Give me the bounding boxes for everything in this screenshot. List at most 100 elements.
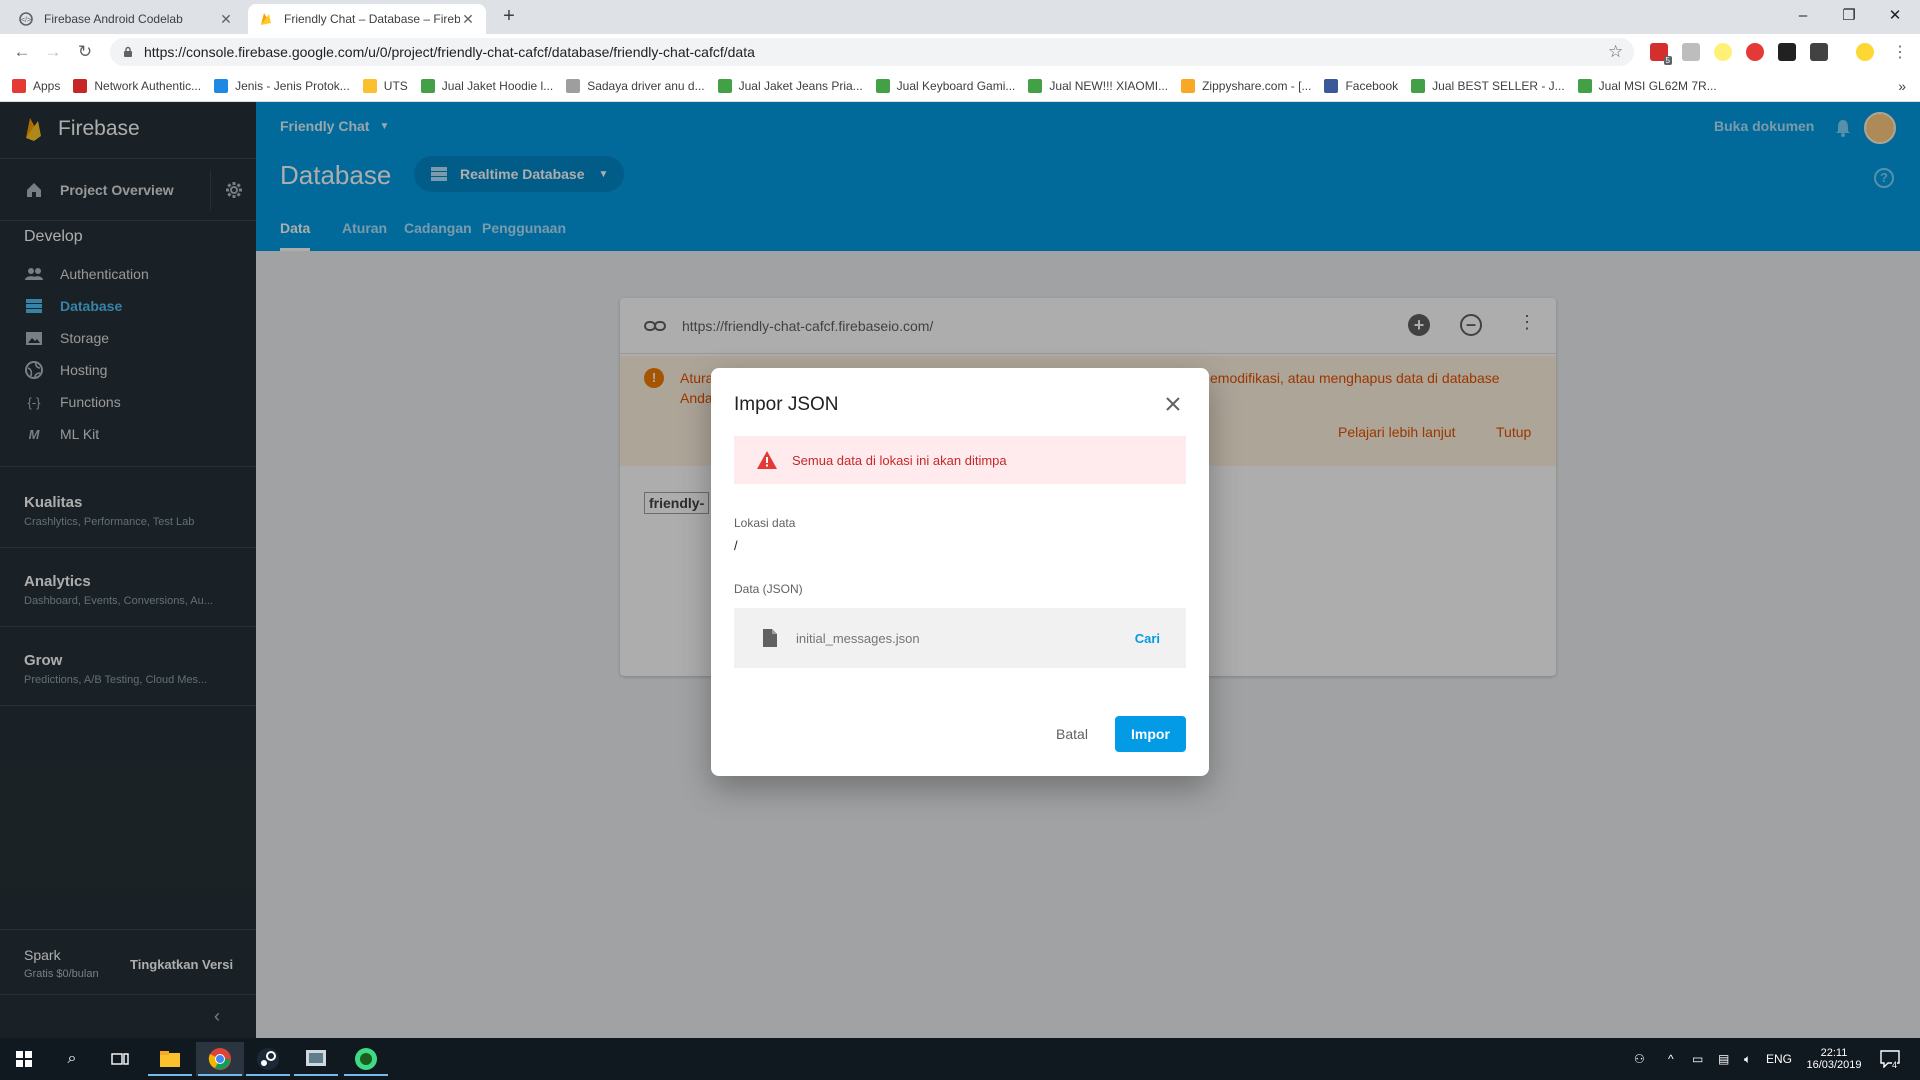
action-center-icon[interactable]: 4 bbox=[1880, 1038, 1900, 1080]
task-view-icon[interactable] bbox=[96, 1042, 144, 1076]
file-icon bbox=[763, 629, 777, 647]
battery-icon[interactable]: ▭ bbox=[1692, 1038, 1703, 1080]
browser-tab-strip: </> Firebase Android Codelab ✕ Friendly … bbox=[0, 0, 1920, 34]
file-name: initial_messages.json bbox=[796, 630, 920, 646]
chrome-menu-icon[interactable]: ⋮ bbox=[1892, 42, 1908, 62]
extension-icon[interactable] bbox=[1778, 43, 1796, 61]
file-picker[interactable]: initial_messages.json Cari bbox=[734, 608, 1186, 668]
bookmark-item[interactable]: Apps bbox=[12, 78, 61, 93]
location-label: Lokasi data bbox=[734, 516, 796, 530]
facebook-icon bbox=[1324, 78, 1339, 93]
bookmark-item[interactable]: Sadaya driver anu d... bbox=[566, 78, 705, 93]
forward-arrow-icon[interactable]: → bbox=[41, 40, 65, 64]
import-json-dialog: Impor JSON Semua data di lokasi ini akan… bbox=[711, 368, 1209, 776]
store-icon bbox=[1028, 78, 1043, 93]
store-icon bbox=[1411, 78, 1426, 93]
people-icon[interactable]: ⚇ bbox=[1634, 1038, 1645, 1080]
url-text: https://console.firebase.google.com/u/0/… bbox=[144, 44, 755, 60]
bookmark-label: Facebook bbox=[1345, 78, 1399, 93]
notification-count: 4 bbox=[1892, 1060, 1898, 1070]
tab-title: Friendly Chat – Database – Fireb bbox=[284, 12, 460, 26]
bookmark-label: Jual Jaket Hoodie l... bbox=[441, 78, 554, 93]
bookmark-label: Sadaya driver anu d... bbox=[587, 78, 705, 93]
clock-time: 22:11 bbox=[1820, 1047, 1848, 1059]
bookmark-item[interactable]: Jual Keyboard Gami... bbox=[875, 78, 1015, 93]
overwrite-warning: Semua data di lokasi ini akan ditimpa bbox=[734, 436, 1186, 484]
apps-grid-icon bbox=[12, 78, 26, 93]
browser-tab-codelab[interactable]: </> Firebase Android Codelab ✕ bbox=[8, 4, 244, 34]
extension-icon[interactable] bbox=[1682, 43, 1700, 61]
bookmark-label: Jenis - Jenis Protok... bbox=[235, 78, 350, 93]
bookmark-item[interactable]: Jual BEST SELLER - J... bbox=[1411, 78, 1565, 93]
store-icon bbox=[717, 78, 732, 93]
extension-badge: 5 bbox=[1663, 56, 1672, 65]
page-icon bbox=[566, 78, 581, 93]
circle-icon bbox=[214, 78, 229, 93]
moon-extension-icon[interactable] bbox=[1714, 43, 1732, 61]
new-tab-button[interactable]: + bbox=[498, 6, 520, 28]
bookmark-item[interactable]: Facebook bbox=[1324, 78, 1399, 93]
svg-text:</>: </> bbox=[21, 17, 31, 24]
clock[interactable]: 22:11 16/03/2019 bbox=[1804, 1038, 1864, 1080]
network-icon[interactable]: ▤ bbox=[1718, 1038, 1729, 1080]
warning-triangle-icon bbox=[757, 451, 777, 469]
bookmark-item[interactable]: Jual Jaket Hoodie l... bbox=[420, 78, 554, 93]
record-extension-icon[interactable] bbox=[1746, 43, 1764, 61]
store-icon bbox=[420, 78, 435, 93]
codelab-favicon-icon: </> bbox=[19, 12, 33, 26]
u-extension-icon[interactable] bbox=[1810, 43, 1828, 61]
zippy-icon bbox=[1181, 78, 1196, 93]
show-hidden-icons[interactable]: ^ bbox=[1668, 1038, 1674, 1080]
app-taskbar-icon[interactable] bbox=[292, 1042, 340, 1076]
data-label: Data (JSON) bbox=[734, 582, 803, 596]
drive-icon bbox=[362, 78, 377, 93]
clock-date: 16/03/2019 bbox=[1806, 1059, 1862, 1071]
chrome-taskbar-icon[interactable] bbox=[196, 1042, 244, 1076]
browse-button[interactable]: Cari bbox=[1135, 631, 1160, 646]
more-bookmarks-icon[interactable]: » bbox=[1898, 78, 1906, 94]
file-explorer-icon[interactable] bbox=[146, 1042, 194, 1076]
lock-icon bbox=[124, 46, 132, 57]
firebase-favicon-icon bbox=[261, 13, 271, 25]
bookmark-label: Network Authentic... bbox=[94, 78, 202, 93]
restore-button[interactable]: ❐ bbox=[1826, 2, 1872, 30]
reload-icon[interactable]: ↻ bbox=[73, 40, 97, 64]
bookmark-label: Jual Jaket Jeans Pria... bbox=[738, 78, 863, 93]
search-icon[interactable]: ⌕ bbox=[48, 1042, 96, 1076]
close-icon[interactable] bbox=[1161, 392, 1185, 416]
close-tab-icon[interactable]: ✕ bbox=[218, 11, 234, 28]
store-icon bbox=[875, 78, 890, 93]
volume-icon[interactable]: 🔈︎ bbox=[1744, 1038, 1751, 1080]
bookmark-item[interactable]: UTS bbox=[362, 78, 408, 93]
bookmark-label: UTS bbox=[383, 78, 408, 93]
dialog-title: Impor JSON bbox=[734, 394, 839, 415]
profile-avatar[interactable] bbox=[1856, 43, 1874, 61]
windows-start-icon[interactable] bbox=[0, 1042, 48, 1076]
close-window-button[interactable]: ✕ bbox=[1872, 2, 1918, 30]
bookmark-item[interactable]: Jual NEW!!! XIAOMI... bbox=[1028, 78, 1169, 93]
browser-tab-friendly-chat[interactable]: Friendly Chat – Database – Fireb ✕ bbox=[248, 4, 486, 34]
windows-taskbar: ⌕ ⚇ ^ ▭ ▤ 🔈︎ ENG 22:11 16/03/2019 4 bbox=[0, 1038, 1920, 1080]
steam-icon[interactable] bbox=[244, 1042, 292, 1076]
warning-text: Semua data di lokasi ini akan ditimpa bbox=[792, 452, 1007, 468]
bookmark-item[interactable]: Jenis - Jenis Protok... bbox=[214, 78, 350, 93]
back-arrow-icon[interactable]: ← bbox=[10, 40, 34, 64]
bookmark-label: Jual NEW!!! XIAOMI... bbox=[1049, 78, 1169, 93]
android-studio-icon[interactable] bbox=[342, 1042, 390, 1076]
bookmark-item[interactable]: Jual Jaket Jeans Pria... bbox=[717, 78, 863, 93]
adblock-extension-icon[interactable]: 5 bbox=[1650, 43, 1672, 65]
bookmark-label: Jual MSI GL62M 7R... bbox=[1598, 78, 1717, 93]
bookmark-label: Jual BEST SELLER - J... bbox=[1432, 78, 1565, 93]
input-language[interactable]: ENG bbox=[1766, 1038, 1792, 1080]
bookmark-item[interactable]: Network Authentic... bbox=[73, 78, 202, 93]
bookmark-star-icon[interactable]: ☆ bbox=[1608, 42, 1623, 62]
bookmark-item[interactable]: Jual MSI GL62M 7R... bbox=[1577, 78, 1717, 93]
import-button[interactable]: Impor bbox=[1115, 716, 1186, 752]
bookmark-label: Apps bbox=[33, 78, 61, 93]
browser-toolbar: ← → ↻ https://console.firebase.google.co… bbox=[0, 34, 1920, 70]
cancel-button[interactable]: Batal bbox=[1045, 716, 1099, 752]
minimize-button[interactable]: – bbox=[1780, 2, 1826, 30]
address-bar[interactable]: https://console.firebase.google.com/u/0/… bbox=[110, 38, 1634, 66]
bookmark-item[interactable]: Zippyshare.com - [... bbox=[1181, 78, 1311, 93]
close-tab-icon[interactable]: ✕ bbox=[460, 11, 476, 28]
